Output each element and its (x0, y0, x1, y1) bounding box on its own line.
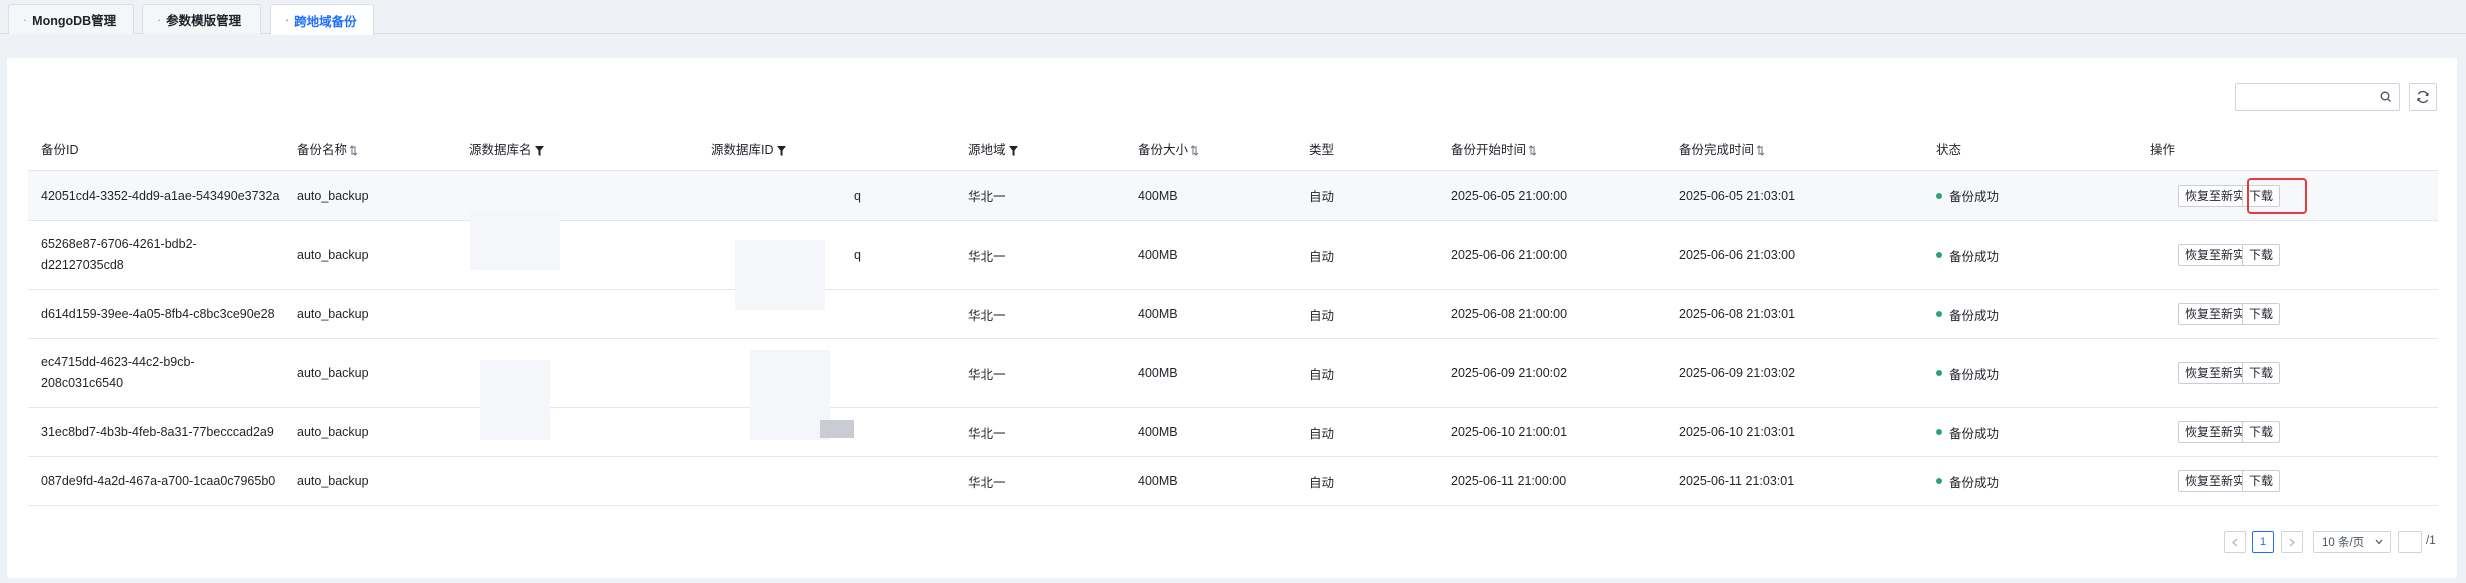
refresh-button[interactable] (2409, 83, 2437, 111)
column-header-source-region[interactable]: 源地域 (968, 130, 1018, 171)
actions-cell: 恢复至新实例 下载 (28, 290, 2438, 338)
page-size-value: 10 条/页 (2322, 537, 2365, 549)
page-jump-input[interactable] (2398, 531, 2422, 553)
table-row: 31ec8bd7-4b3b-4feb-8a31-77becccad2a9 aut… (28, 408, 2438, 457)
search-box[interactable] (2235, 83, 2400, 111)
previous-page-button[interactable] (2224, 531, 2246, 553)
sort-icon[interactable] (1191, 145, 1199, 156)
column-header-status: 状态 (1936, 143, 1962, 157)
column-header-actions: 操作 (2150, 143, 2176, 157)
total-pages-label: /1 (2426, 535, 2436, 547)
download-button[interactable]: 下载 (2242, 303, 2281, 325)
tab-mongodb-management[interactable]: · MongoDB管理 (8, 4, 134, 34)
page-size-select[interactable]: 10 条/页 (2313, 531, 2391, 553)
chevron-right-icon (2289, 538, 2295, 546)
tab-dot-icon: · (23, 12, 28, 27)
table-row: d614d159-39ee-4a05-8fb4-c8bc3ce90e28 aut… (28, 290, 2438, 339)
tab-label: 跨地域备份 (294, 14, 357, 29)
actions-cell: 恢复至新实例 下载 (28, 171, 2438, 220)
column-header-start-time[interactable]: 备份开始时间 (1451, 130, 1537, 171)
table-row: 42051cd4-3352-4dd9-a1ae-543490e3732a aut… (28, 171, 2438, 221)
column-header-backup-name[interactable]: 备份名称 (297, 130, 358, 171)
actions-cell: 恢复至新实例 下载 (28, 408, 2438, 456)
redaction-patch (480, 360, 550, 440)
redaction-patch (470, 210, 560, 270)
actions-cell: 恢复至新实例 下载 (28, 221, 2438, 289)
download-button[interactable]: 下载 (2242, 421, 2281, 443)
filter-icon[interactable] (534, 145, 544, 156)
search-input[interactable] (2242, 84, 2372, 110)
actions-cell: 恢复至新实例 下载 (28, 457, 2438, 505)
tab-dot-icon: · (157, 12, 162, 27)
download-button[interactable]: 下载 (2242, 362, 2281, 384)
tab-parameter-template-management[interactable]: · 参数模版管理 (142, 4, 261, 34)
column-header-backup-size[interactable]: 备份大小 (1138, 130, 1199, 171)
table-row: 65268e87-6706-4261-bdb2-d22127035cd8 aut… (28, 221, 2438, 290)
page-number-button[interactable]: 1 (2252, 531, 2274, 553)
table-row: ec4715dd-4623-44c2-b9cb-208c031c6540 aut… (28, 339, 2438, 408)
table-row: 087de9fd-4a2d-467a-a700-1caa0c7965b0 aut… (28, 457, 2438, 506)
chevron-down-icon (2375, 539, 2383, 545)
redaction-patch (735, 240, 825, 310)
tab-label: MongoDB管理 (32, 14, 117, 28)
tab-cross-region-backup[interactable]: · 跨地域备份 (270, 4, 374, 35)
column-header-source-db-name[interactable]: 源数据库名 (469, 130, 544, 171)
download-button[interactable]: 下载 (2242, 470, 2281, 492)
search-icon[interactable] (2379, 90, 2393, 104)
download-button-highlight (2247, 178, 2307, 214)
sort-icon[interactable] (1757, 145, 1765, 156)
filter-icon[interactable] (1008, 145, 1018, 156)
actions-cell: 恢复至新实例 下载 (28, 339, 2438, 407)
chevron-left-icon (2232, 538, 2238, 546)
sort-icon[interactable] (1529, 145, 1537, 156)
table-header: 备份ID 备份名称 源数据库名 源数据库ID 源地域 备份大小 类型 备份开始时… (28, 130, 2438, 171)
column-header-type: 类型 (1309, 143, 1335, 157)
refresh-icon (2417, 90, 2429, 104)
redaction-patch (820, 420, 854, 438)
tab-label: 参数模版管理 (166, 14, 242, 28)
tab-bar: · MongoDB管理 · 参数模版管理 · 跨地域备份 (0, 0, 2466, 35)
redaction-patch (750, 350, 830, 440)
filter-icon[interactable] (776, 145, 786, 156)
next-page-button[interactable] (2281, 531, 2303, 553)
sort-icon[interactable] (350, 145, 358, 156)
column-header-backup-id: 备份ID (41, 143, 79, 157)
column-header-end-time[interactable]: 备份完成时间 (1679, 130, 1765, 171)
tab-dot-icon: · (285, 13, 290, 27)
column-header-source-db-id[interactable]: 源数据库ID (711, 130, 786, 171)
download-button[interactable]: 下载 (2242, 244, 2281, 266)
